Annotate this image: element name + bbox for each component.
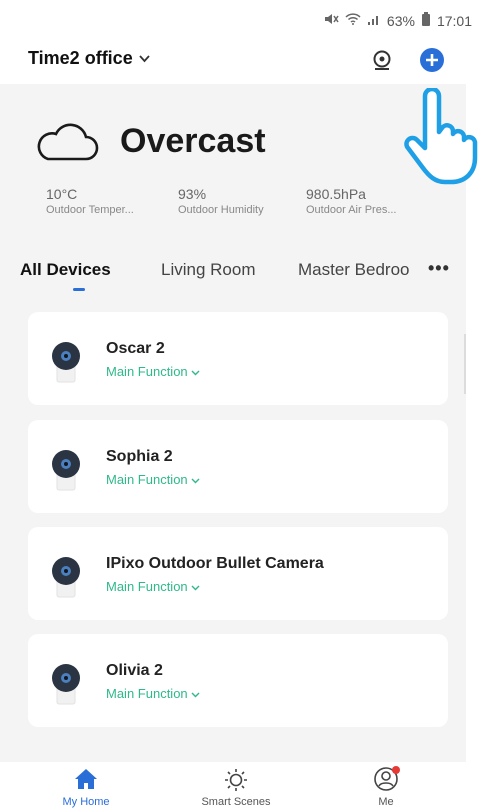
main-function-toggle[interactable]: Main Function [106, 364, 200, 379]
device-card[interactable]: Olivia 2 Main Function [28, 634, 448, 727]
active-tab-indicator [73, 288, 85, 291]
chevron-down-icon [139, 52, 150, 66]
security-camera-icon [48, 660, 84, 712]
device-name: IPixo Outdoor Bullet Camera [106, 555, 324, 572]
security-camera-icon [48, 553, 84, 605]
home-name: Time2 office [28, 48, 133, 68]
notification-dot [392, 766, 400, 774]
chevron-down-icon [191, 686, 200, 701]
device-card[interactable]: Sophia 2 Main Function [28, 420, 448, 513]
home-icon [36, 764, 136, 794]
device-name: Sophia 2 [106, 448, 173, 465]
signal-icon [367, 12, 381, 29]
device-card[interactable]: Oscar 2 Main Function [28, 312, 448, 405]
tab-living-room[interactable]: Living Room [161, 260, 256, 280]
device-card[interactable]: IPixo Outdoor Bullet Camera Main Functio… [28, 527, 448, 620]
device-name: Olivia 2 [106, 662, 163, 679]
room-tabs: All Devices Living Room Master Bedroo ••… [0, 254, 466, 294]
status-bar: 63% 17:01 [0, 0, 488, 40]
profile-icon [336, 764, 436, 794]
cloud-icon [34, 122, 100, 167]
security-camera-icon [48, 446, 84, 498]
main-function-toggle[interactable]: Main Function [106, 686, 200, 701]
main-function-toggle[interactable]: Main Function [106, 579, 200, 594]
weather-stat-air-pressure: 980.5hPa Outdoor Air Pres... [306, 186, 397, 216]
device-name: Oscar 2 [106, 340, 165, 357]
tab-master-bedroom[interactable]: Master Bedroo [298, 260, 410, 280]
nav-me[interactable]: Me [336, 764, 436, 808]
wifi-icon [345, 12, 361, 29]
scroll-edge [464, 334, 466, 394]
nav-smart-scenes[interactable]: Smart Scenes [186, 764, 286, 808]
chevron-down-icon [191, 364, 200, 379]
nav-my-home[interactable]: My Home [36, 764, 136, 808]
chevron-down-icon [191, 579, 200, 594]
battery-icon [421, 12, 431, 29]
weather-stat-humidity: 93% Outdoor Humidity [178, 186, 264, 216]
main-function-toggle[interactable]: Main Function [106, 472, 200, 487]
more-tabs-button[interactable]: ••• [428, 258, 450, 279]
add-icon[interactable] [418, 46, 446, 74]
mute-icon [323, 12, 339, 29]
status-time: 17:01 [436, 12, 472, 29]
weather-condition: Overcast [120, 122, 266, 160]
bottom-navigation: My Home Smart Scenes Me [0, 762, 488, 812]
camera-icon[interactable] [368, 46, 396, 74]
app-header: Time2 office [0, 40, 488, 84]
tab-all-devices[interactable]: All Devices [20, 260, 111, 280]
battery-percent: 63% [386, 12, 415, 29]
security-camera-icon [48, 338, 84, 390]
home-selector[interactable]: Time2 office [28, 48, 150, 69]
sun-icon [186, 764, 286, 794]
chevron-down-icon [191, 472, 200, 487]
pointing-hand-icon [395, 86, 485, 193]
weather-stat-temperature: 10°C Outdoor Temper... [46, 186, 134, 216]
